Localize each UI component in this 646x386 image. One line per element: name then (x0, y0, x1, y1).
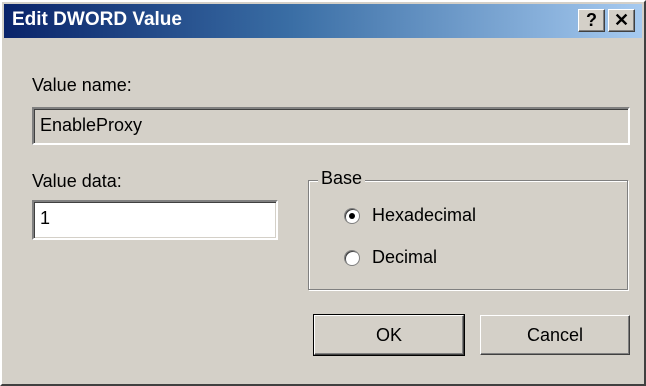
radio-hexadecimal[interactable]: Hexadecimal (344, 205, 476, 226)
close-button[interactable]: ✕ (608, 9, 635, 32)
value-data-input[interactable]: 1 (32, 200, 278, 240)
edit-dword-dialog: Edit DWORD Value ? ✕ Value name: EnableP… (0, 0, 646, 386)
base-groupbox (308, 180, 628, 290)
radio-hexadecimal-label: Hexadecimal (372, 205, 477, 225)
title-bar[interactable]: Edit DWORD Value ? ✕ (4, 4, 642, 38)
help-button[interactable]: ? (578, 9, 605, 32)
value-name-label: Value name: (32, 75, 132, 95)
cancel-button[interactable]: Cancel (480, 315, 630, 355)
value-name-field: EnableProxy (32, 107, 630, 145)
base-legend: Base (318, 168, 366, 189)
ok-button[interactable]: OK (313, 314, 465, 356)
radio-button-checked[interactable] (344, 207, 360, 224)
value-data-label: Value data: (32, 171, 122, 191)
radio-button-unchecked[interactable] (344, 249, 360, 266)
radio-decimal[interactable]: Decimal (344, 247, 437, 268)
radio-decimal-label: Decimal (372, 247, 438, 267)
window-title: Edit DWORD Value (12, 9, 182, 30)
